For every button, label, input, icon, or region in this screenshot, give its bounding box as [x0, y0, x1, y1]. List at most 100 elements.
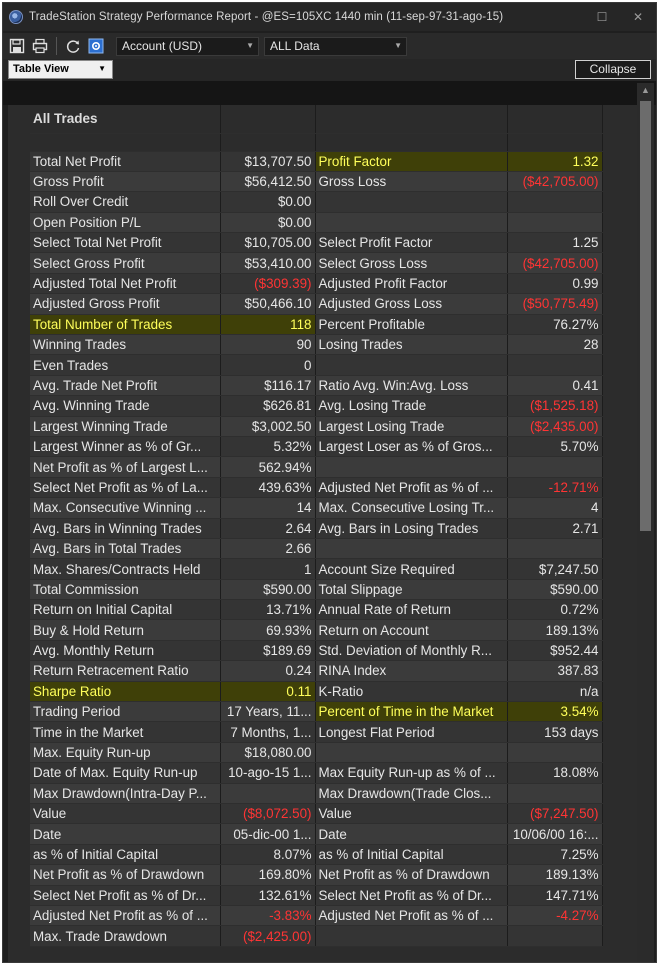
metric-value: 0.11 [220, 681, 316, 703]
metric-value: 1.32 [507, 151, 603, 172]
table-row: Select Gross Profit $53,410.00 Select Gros… [30, 252, 603, 274]
metric-value: $10,705.00 [220, 232, 316, 254]
table-row: Max. Trade Drawdown ($2,425.00) [30, 925, 603, 947]
maximize-icon[interactable]: ☐ [584, 10, 620, 24]
metric-label: RINA Index [315, 660, 508, 682]
metric-label: Net Profit as % of Largest L... [30, 456, 221, 478]
metric-value: n/a [507, 681, 603, 703]
metric-label: Net Profit as % of Drawdown [30, 864, 221, 886]
table-row: Return on Initial Capital 13.71% Annual Ra… [30, 599, 603, 621]
view-select-value: Table View [13, 63, 69, 75]
metric-value: 0.72% [507, 599, 603, 621]
scroll-up-icon[interactable]: ▲ [641, 85, 650, 95]
header-cell [315, 105, 508, 134]
metric-label: Select Gross Profit [30, 252, 221, 274]
table-row: Avg. Monthly Return $189.69 Std. Deviation… [30, 640, 603, 662]
table-row: Adjusted Total Net Profit ($309.39) Adjust… [30, 273, 603, 295]
metric-label: Select Profit Factor [315, 232, 508, 254]
title-bar[interactable]: TradeStation Strategy Performance Report… [3, 3, 656, 31]
save-icon[interactable] [8, 37, 26, 55]
account-select[interactable]: Account (USD) ▼ [116, 36, 259, 56]
metric-value: 562.94% [220, 456, 316, 478]
table-row: Max. Consecutive Winning ... 14 Max. Conse… [30, 497, 603, 519]
metric-label: Buy & Hold Return [30, 619, 221, 641]
table-row: Date 05-dic-00 1... Date 10/06/00 16:... [30, 823, 603, 845]
view-select[interactable]: Table View ▼ [8, 60, 113, 79]
data-range-select[interactable]: ALL Data ▼ [264, 36, 407, 56]
metric-value: 7.25% [507, 844, 603, 866]
metric-value: 189.13% [507, 619, 603, 641]
refresh-icon[interactable] [64, 37, 82, 55]
metric-value: $626.81 [220, 395, 316, 417]
collapse-button[interactable]: Collapse [575, 60, 651, 79]
metric-label: Net Profit as % of Drawdown [315, 864, 508, 886]
vertical-scrollbar[interactable]: ▲ [637, 83, 654, 962]
metric-label: as % of Initial Capital [30, 844, 221, 866]
chevron-down-icon: ▼ [98, 64, 106, 73]
metric-value: 387.83 [507, 660, 603, 682]
metric-value [507, 456, 603, 478]
metric-value: $18,080.00 [220, 742, 316, 764]
table-row: Max. Shares/Contracts Held 1 Account Size … [30, 558, 603, 580]
metric-label: Percent Profitable [315, 314, 508, 336]
metric-value: $56,412.50 [220, 171, 316, 193]
metric-label: Open Position P/L [30, 212, 221, 234]
spacer-cell [315, 133, 508, 152]
metric-label [315, 538, 508, 560]
table-row: Net Profit as % of Largest L... 562.94% [30, 456, 603, 478]
metric-label: Max. Consecutive Winning ... [30, 497, 221, 519]
metric-value: 4 [507, 497, 603, 519]
metric-value: $189.69 [220, 640, 316, 662]
metric-label: K-Ratio [315, 681, 508, 703]
metric-label: Max Equity Run-up as % of ... [315, 762, 508, 784]
table-row: Max. Equity Run-up $18,080.00 [30, 742, 603, 764]
metric-value [507, 354, 603, 376]
scroll-thumb[interactable] [640, 101, 651, 531]
metric-label: Even Trades [30, 354, 221, 376]
metric-value: ($8,072.50) [220, 803, 316, 825]
metric-label: Annual Rate of Return [315, 599, 508, 621]
metric-label: Largest Losing Trade [315, 416, 508, 437]
spacer-row [30, 133, 603, 152]
metric-value: $116.17 [220, 375, 316, 397]
close-icon[interactable]: ✕ [620, 10, 656, 24]
metric-label: Adjusted Net Profit as % of ... [315, 477, 508, 499]
table-row: Buy & Hold Return 69.93% Return on Account… [30, 619, 603, 641]
metric-value: 118 [220, 314, 316, 336]
metric-value: 0.99 [507, 273, 603, 295]
metric-label: Total Number of Trades [30, 314, 221, 336]
chevron-down-icon: ▼ [394, 40, 402, 50]
metric-label: Total Slippage [315, 579, 508, 601]
table-row: as % of Initial Capital 8.07% as % of Init… [30, 844, 603, 866]
table-row: Open Position P/L $0.00 [30, 212, 603, 234]
metric-label: as % of Initial Capital [315, 844, 508, 866]
metric-label: Losing Trades [315, 334, 508, 356]
table-row: Avg. Bars in Winning Trades 2.64 Avg. Bars… [30, 518, 603, 539]
metric-label: Adjusted Profit Factor [315, 273, 508, 295]
metric-value: 439.63% [220, 477, 316, 499]
metric-label: Value [315, 803, 508, 825]
spacer-cell [30, 133, 221, 152]
table-row: Trading Period 17 Years, 11... Percent of … [30, 701, 603, 723]
metric-value: 10/06/00 16:... [507, 823, 603, 845]
metric-value [220, 783, 316, 805]
metric-value: 147.71% [507, 885, 603, 906]
print-icon[interactable] [31, 37, 49, 55]
metric-label: Select Net Profit as % of Dr... [315, 885, 508, 906]
table-row: Total Commission $590.00 Total Slippage $59… [30, 579, 603, 601]
section-header-row: All Trades [30, 105, 603, 134]
metric-value: 14 [220, 497, 316, 519]
metric-value: $13,707.50 [220, 151, 316, 172]
metric-value: $590.00 [507, 579, 603, 601]
metric-value: 8.07% [220, 844, 316, 866]
table-row: Avg. Bars in Total Trades 2.66 [30, 538, 603, 560]
spacer-cell [507, 133, 603, 152]
table-row: Net Profit as % of Drawdown 169.80% Net Pr… [30, 864, 603, 886]
metric-value: 2.64 [220, 518, 316, 539]
table-row: Roll Over Credit $0.00 [30, 191, 603, 213]
metric-label [315, 354, 508, 376]
metric-value [507, 742, 603, 764]
metric-label: Select Total Net Profit [30, 232, 221, 254]
settings-icon[interactable] [87, 37, 105, 55]
metric-value: 0 [220, 354, 316, 376]
